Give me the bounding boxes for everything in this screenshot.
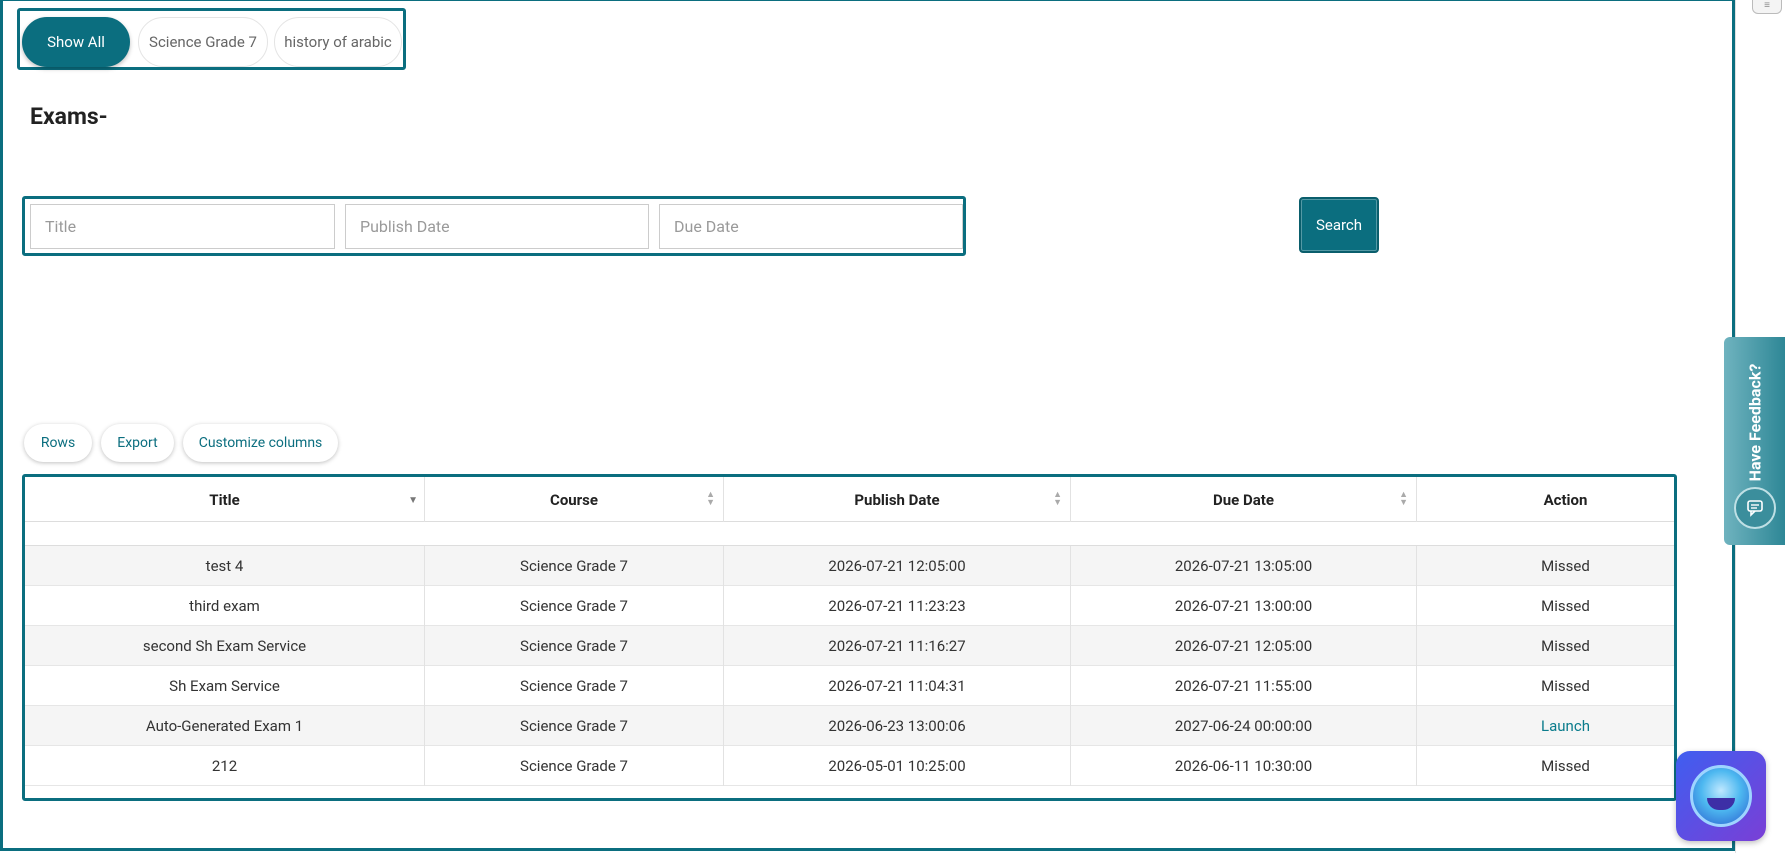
- column-header-label: Course: [550, 490, 598, 509]
- title-search-input[interactable]: [30, 204, 335, 249]
- cell-title: Auto-Generated Exam 1: [25, 706, 425, 746]
- filter-history-of-arabic[interactable]: history of arabic: [274, 17, 402, 67]
- cell-title: Sh Exam Service: [25, 666, 425, 706]
- table-row: 212 Science Grade 7 2026-05-01 10:25:00 …: [25, 746, 1674, 786]
- launch-exam-link[interactable]: Launch: [1417, 706, 1674, 746]
- chat-icon: [1734, 487, 1776, 529]
- cell-action-status: Missed: [1417, 586, 1674, 626]
- cell-title: test 4: [25, 546, 425, 586]
- cell-due-date: 2026-07-21 12:05:00: [1071, 626, 1417, 666]
- table-row: third exam Science Grade 7 2026-07-21 11…: [25, 586, 1674, 626]
- rows-button[interactable]: Rows: [24, 424, 92, 462]
- assistant-button[interactable]: [1676, 751, 1766, 841]
- cell-title: second Sh Exam Service: [25, 626, 425, 666]
- cell-action-status: Missed: [1417, 546, 1674, 586]
- course-filter-group: Show All Science Grade 7 history of arab…: [17, 8, 406, 70]
- publish-date-input[interactable]: [345, 204, 649, 249]
- cell-action-status: Missed: [1417, 666, 1674, 706]
- table-row: second Sh Exam Service Science Grade 7 2…: [25, 626, 1674, 666]
- column-header-title[interactable]: Title ▼: [25, 477, 425, 522]
- filter-science-grade-7[interactable]: Science Grade 7: [138, 17, 268, 67]
- cell-action-status: Missed: [1417, 746, 1674, 786]
- page: Show All Science Grade 7 history of arab…: [0, 0, 1785, 853]
- assistant-avatar-icon: [1690, 765, 1752, 827]
- cell-due-date: 2026-07-21 13:00:00: [1071, 586, 1417, 626]
- customize-columns-button[interactable]: Customize columns: [183, 424, 338, 462]
- search-button[interactable]: Search: [1299, 197, 1379, 253]
- filter-show-all[interactable]: Show All: [22, 17, 130, 67]
- export-button[interactable]: Export: [101, 424, 174, 462]
- menu-icon[interactable]: ≡: [1752, 0, 1782, 14]
- due-date-input[interactable]: [659, 204, 963, 249]
- cell-title: 212: [25, 746, 425, 786]
- column-header-label: Due Date: [1213, 490, 1274, 509]
- cell-course: Science Grade 7: [425, 586, 724, 626]
- column-header-course[interactable]: Course ▲ ▼: [425, 477, 724, 522]
- cell-action-status: Missed: [1417, 626, 1674, 666]
- table-filter-row: [25, 522, 1674, 546]
- cell-due-date: 2026-07-21 11:55:00: [1071, 666, 1417, 706]
- column-header-action[interactable]: Action ▲▼: [1417, 477, 1674, 522]
- exams-table: Title ▼ Course ▲ ▼ Publish Date ▲ ▼ Due Da…: [22, 474, 1677, 801]
- cell-publish-date: 2026-07-21 11:23:23: [724, 586, 1071, 626]
- cell-publish-date: 2026-07-21 11:16:27: [724, 626, 1071, 666]
- cell-title: third exam: [25, 586, 425, 626]
- page-title: Exams-: [30, 103, 108, 130]
- cell-publish-date: 2026-05-01 10:25:00: [724, 746, 1071, 786]
- sort-desc-icon: ▼: [408, 495, 418, 506]
- cell-due-date: 2027-06-24 00:00:00: [1071, 706, 1417, 746]
- cell-course: Science Grade 7: [425, 546, 724, 586]
- table-body: test 4 Science Grade 7 2026-07-21 12:05:…: [25, 546, 1674, 786]
- column-header-label: Title: [209, 490, 240, 509]
- column-header-label: Action: [1543, 490, 1588, 509]
- table-row: Auto-Generated Exam 1 Science Grade 7 20…: [25, 706, 1674, 746]
- cell-course: Science Grade 7: [425, 746, 724, 786]
- table-row: Sh Exam Service Science Grade 7 2026-07-…: [25, 666, 1674, 706]
- column-header-due-date[interactable]: Due Date ▲ ▼: [1071, 477, 1417, 522]
- cell-due-date: 2026-07-21 13:05:00: [1071, 546, 1417, 586]
- feedback-tab[interactable]: Have Feedback?: [1724, 337, 1785, 545]
- cell-publish-date: 2026-06-23 13:00:06: [724, 706, 1071, 746]
- feedback-label: Have Feedback?: [1745, 363, 1765, 481]
- column-header-publish-date[interactable]: Publish Date ▲ ▼: [724, 477, 1071, 522]
- cell-publish-date: 2026-07-21 12:05:00: [724, 546, 1071, 586]
- table-row: test 4 Science Grade 7 2026-07-21 12:05:…: [25, 546, 1674, 586]
- feedback-label-wrap: Have Feedback?: [1724, 357, 1785, 487]
- cell-course: Science Grade 7: [425, 706, 724, 746]
- sort-icon: ▲ ▼: [1053, 490, 1062, 508]
- sort-icon: ▲ ▼: [1399, 490, 1408, 508]
- column-header-label: Publish Date: [854, 490, 940, 509]
- cell-course: Science Grade 7: [425, 626, 724, 666]
- search-fields-group: [22, 196, 966, 256]
- table-header: Title ▼ Course ▲ ▼ Publish Date ▲ ▼ Due Da…: [25, 477, 1674, 522]
- cell-course: Science Grade 7: [425, 666, 724, 706]
- cell-publish-date: 2026-07-21 11:04:31: [724, 666, 1071, 706]
- cell-due-date: 2026-06-11 10:30:00: [1071, 746, 1417, 786]
- sort-icon: ▲ ▼: [706, 490, 715, 508]
